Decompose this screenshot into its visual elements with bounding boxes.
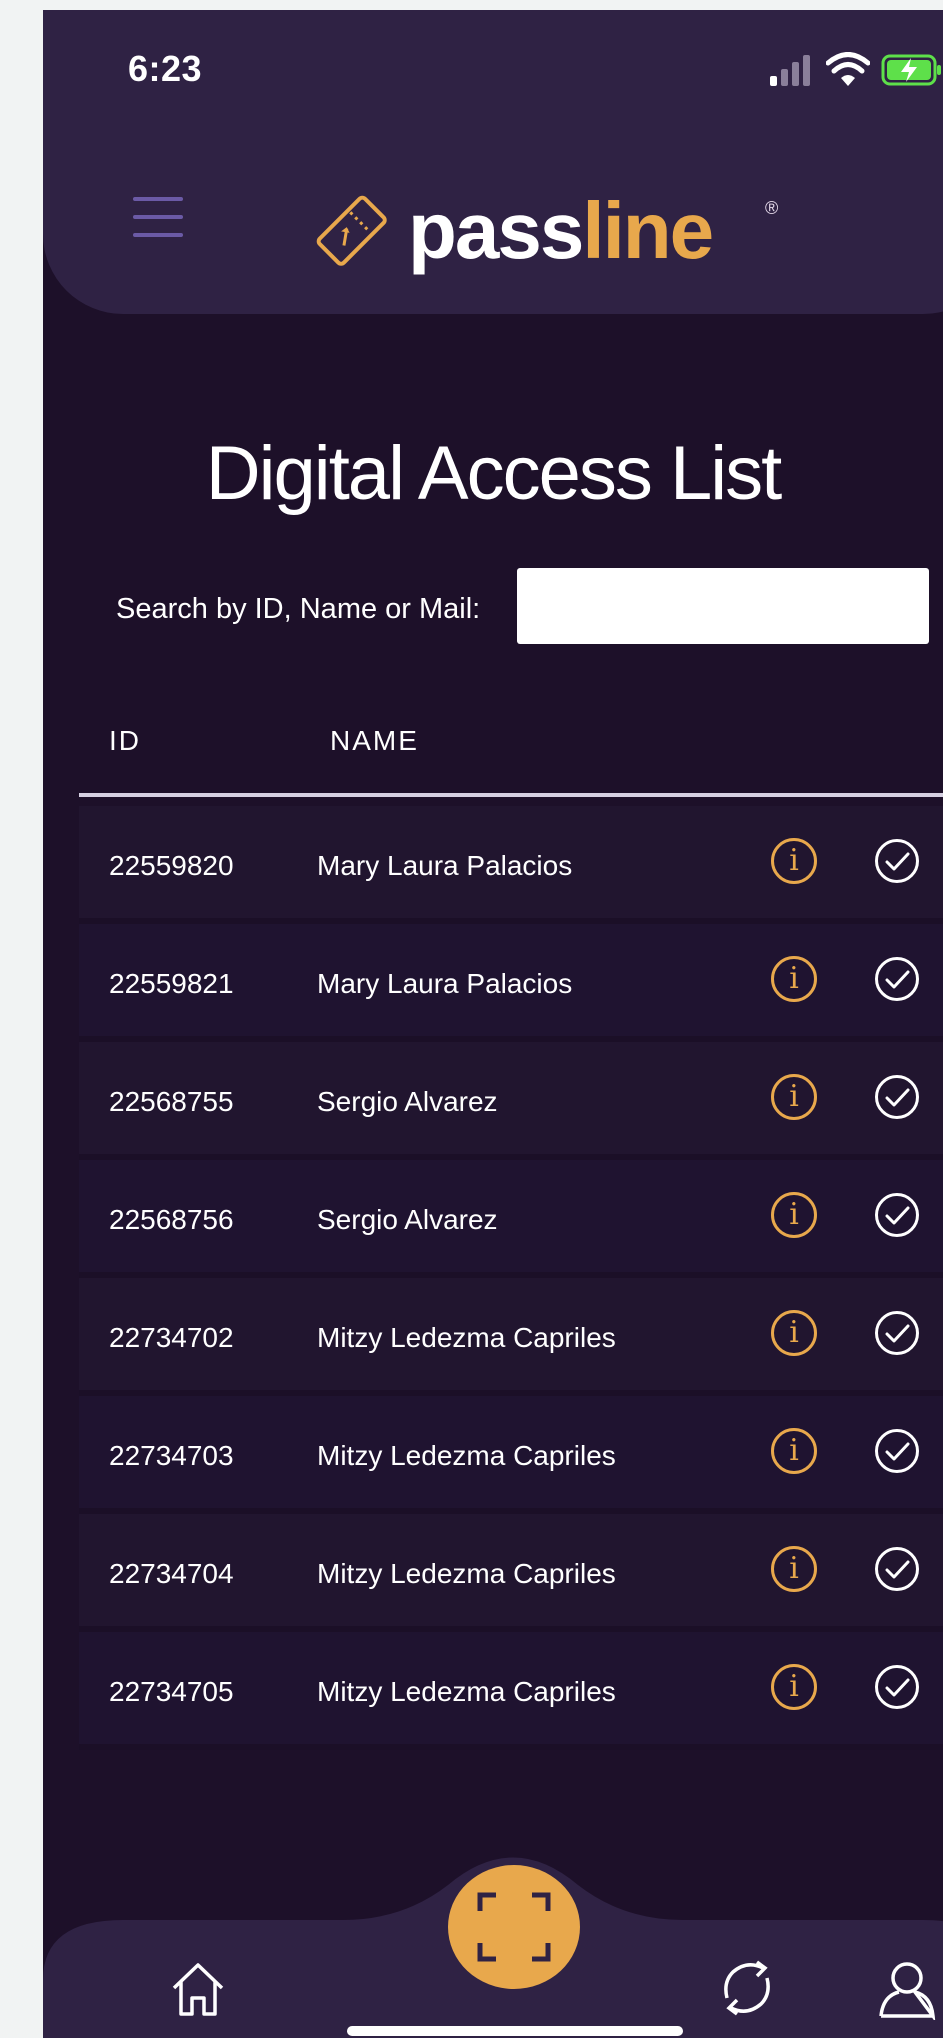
row-id: 22559820	[109, 850, 234, 881]
info-icon[interactable]: i	[771, 1074, 817, 1120]
check-circle-icon[interactable]	[874, 956, 920, 1002]
table-row[interactable]: 22568755 Sergio Alvarez i	[79, 1042, 943, 1160]
search-input[interactable]	[517, 568, 929, 644]
scan-icon	[477, 1892, 551, 1962]
home-indicator	[347, 2026, 683, 2036]
sync-icon[interactable]	[719, 1958, 775, 2018]
row-name: Sergio Alvarez	[317, 1086, 498, 1117]
page-title: Digital Access List	[205, 431, 782, 516]
row-name: Mary Laura Palacios	[317, 850, 573, 881]
check-circle-icon[interactable]	[874, 1428, 920, 1474]
wifi-icon	[826, 52, 870, 86]
info-icon[interactable]: i	[771, 956, 817, 1002]
menu-bar	[133, 197, 183, 201]
search-label: Search by ID, Name or Mail:	[116, 593, 481, 625]
battery-charging-icon	[881, 54, 941, 86]
menu-bar	[133, 233, 183, 237]
row-name: Mitzy Ledezma Capriles	[317, 1558, 616, 1589]
info-icon[interactable]: i	[771, 1546, 817, 1592]
scan-button[interactable]	[448, 1865, 580, 1989]
column-header-id: ID	[109, 725, 141, 756]
logo-line: line	[582, 186, 714, 275]
menu-bar	[133, 215, 183, 219]
info-icon[interactable]: i	[771, 1664, 817, 1710]
check-circle-icon[interactable]	[874, 1074, 920, 1120]
table-row[interactable]: 22734704 Mitzy Ledezma Capriles i	[79, 1514, 943, 1632]
row-id: 22559821	[109, 968, 234, 999]
table-row[interactable]: 22734702 Mitzy Ledezma Capriles i	[79, 1278, 943, 1396]
check-circle-icon[interactable]	[874, 838, 920, 884]
access-list: 22559820 Mary Laura Palacios i 22559821 Mary…	[79, 806, 943, 1750]
row-id: 22734705	[109, 1676, 234, 1707]
row-id: 22734702	[109, 1322, 234, 1353]
registered-mark: ®	[765, 198, 779, 218]
home-icon[interactable]	[169, 1960, 227, 2018]
table-row[interactable]: 22559821 Mary Laura Palacios i	[79, 924, 943, 1042]
hamburger-menu-icon[interactable]	[133, 197, 183, 243]
row-name: Mitzy Ledezma Capriles	[317, 1676, 616, 1707]
info-icon[interactable]: i	[771, 1192, 817, 1238]
table-row[interactable]: 22559820 Mary Laura Palacios i	[79, 806, 943, 924]
logo-wordmark: passline	[408, 191, 714, 271]
check-circle-icon[interactable]	[874, 1310, 920, 1356]
row-name: Sergio Alvarez	[317, 1204, 498, 1235]
cellular-signal-icon	[770, 55, 810, 86]
info-icon[interactable]: i	[771, 1310, 817, 1356]
check-circle-icon[interactable]	[874, 1546, 920, 1592]
table-row[interactable]: 22568756 Sergio Alvarez i	[79, 1160, 943, 1278]
info-icon[interactable]: i	[771, 1428, 817, 1474]
info-icon[interactable]: i	[771, 838, 817, 884]
check-circle-icon[interactable]	[874, 1192, 920, 1238]
table-header: ID NAME	[43, 725, 943, 765]
app-header: 6:23 passline ®	[43, 10, 943, 314]
row-name: Mary Laura Palacios	[317, 968, 573, 999]
profile-icon[interactable]	[877, 1958, 937, 2020]
bottom-navigation	[43, 1830, 943, 2038]
check-circle-icon[interactable]	[874, 1664, 920, 1710]
row-name: Mitzy Ledezma Capriles	[317, 1440, 616, 1471]
row-id: 22734703	[109, 1440, 234, 1471]
row-id: 22734704	[109, 1558, 234, 1589]
logo-pass: pass	[408, 186, 584, 275]
status-time: 6:23	[128, 48, 203, 89]
row-id: 22568755	[109, 1086, 234, 1117]
row-id: 22568756	[109, 1204, 234, 1235]
column-header-name: NAME	[330, 725, 419, 756]
row-name: Mitzy Ledezma Capriles	[317, 1322, 616, 1353]
table-row[interactable]: 22734703 Mitzy Ledezma Capriles i	[79, 1396, 943, 1514]
table-row[interactable]: 22734705 Mitzy Ledezma Capriles i	[79, 1632, 943, 1750]
table-divider	[79, 793, 943, 797]
phone-screen: 6:23 passline ® Digital Access List Sear…	[43, 10, 943, 2038]
ticket-logo-icon	[316, 195, 387, 266]
